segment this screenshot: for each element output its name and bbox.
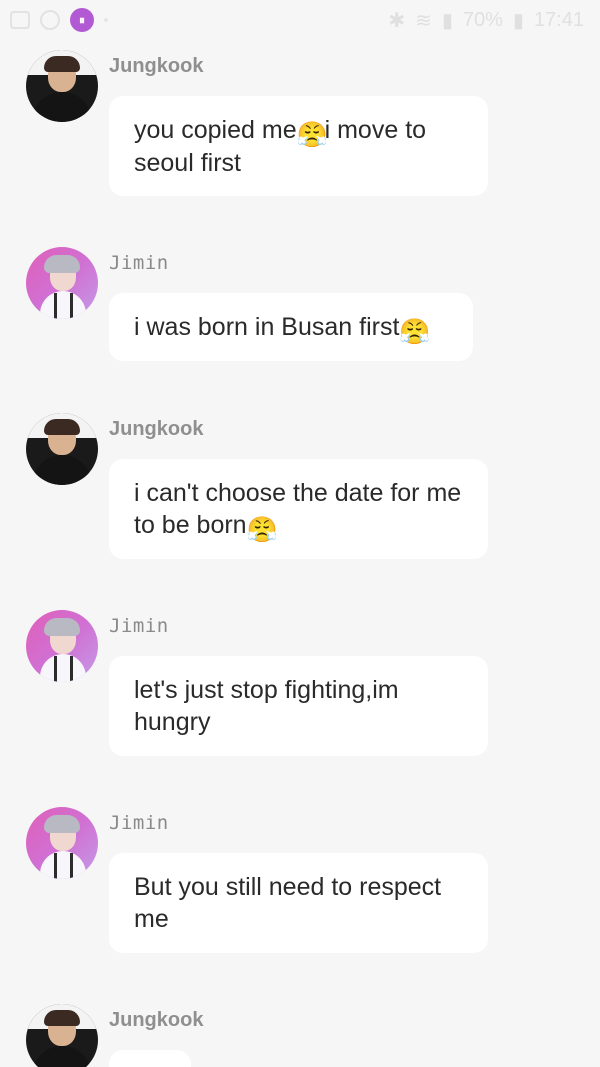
message-bubble[interactable]	[109, 1050, 191, 1067]
sender-name: Jimin	[109, 252, 169, 274]
chat-message: Jimin i was born in Busan first😤	[0, 247, 600, 367]
chat-message: Jungkook i can't choose the date for me …	[0, 413, 600, 563]
message-bubble[interactable]: i can't choose the date for me to be bor…	[109, 459, 488, 559]
gallery-icon	[10, 11, 30, 29]
battery-percent: 70%	[462, 9, 503, 31]
message-text: i was born in Busan first	[134, 313, 400, 341]
message-bubble[interactable]: But you still need to respect me	[109, 853, 488, 953]
notification-dot-icon	[104, 18, 108, 22]
huffing-face-emoji-icon: 😤	[296, 121, 328, 149]
wifi-icon: ≋	[415, 10, 432, 32]
clock: 17:41	[533, 9, 584, 31]
chat-message: Jungkook	[0, 1004, 600, 1067]
bts-app-icon: ⏸	[70, 8, 94, 32]
avatar[interactable]	[26, 610, 98, 682]
message-text: But you still need to respect me	[134, 873, 442, 933]
message-text: let's just stop fighting,im hungry	[134, 676, 399, 736]
message-text: you copied me	[134, 116, 297, 144]
sender-name: Jungkook	[109, 1009, 204, 1031]
sender-name: Jimin	[109, 615, 169, 637]
status-bar-left: ⏸	[10, 8, 108, 32]
sender-name: Jungkook	[109, 55, 204, 77]
avatar[interactable]	[26, 1004, 98, 1067]
status-bar: ⏸ ✱ ≋ ▮ 70% ▮ 17:41	[0, 0, 600, 40]
status-bar-right: ✱ ≋ ▮ 70% ▮ 17:41	[388, 8, 584, 33]
chat-message: Jimin let's just stop fighting,im hungry	[0, 610, 600, 760]
chat-message: Jungkook you copied me😤i move to seoul f…	[0, 50, 600, 200]
message-bubble[interactable]: i was born in Busan first😤	[109, 293, 473, 361]
signal-icon: ▮	[441, 10, 453, 32]
avatar[interactable]	[26, 247, 98, 319]
bluetooth-icon: ✱	[388, 10, 406, 32]
sync-icon	[40, 10, 60, 30]
chat-message: Jimin But you still need to respect me	[0, 807, 600, 957]
huffing-face-emoji-icon: 😤	[399, 318, 431, 346]
avatar[interactable]	[26, 50, 98, 122]
message-text: i can't choose the date for me to be bor…	[134, 479, 462, 539]
avatar[interactable]	[26, 807, 98, 879]
message-bubble[interactable]: let's just stop fighting,im hungry	[109, 656, 488, 756]
message-bubble[interactable]: you copied me😤i move to seoul first	[109, 96, 488, 196]
avatar[interactable]	[26, 413, 98, 485]
sender-name: Jungkook	[109, 418, 204, 440]
huffing-face-emoji-icon: 😤	[246, 516, 278, 544]
battery-icon: ▮	[512, 10, 524, 32]
sender-name: Jimin	[109, 812, 169, 834]
